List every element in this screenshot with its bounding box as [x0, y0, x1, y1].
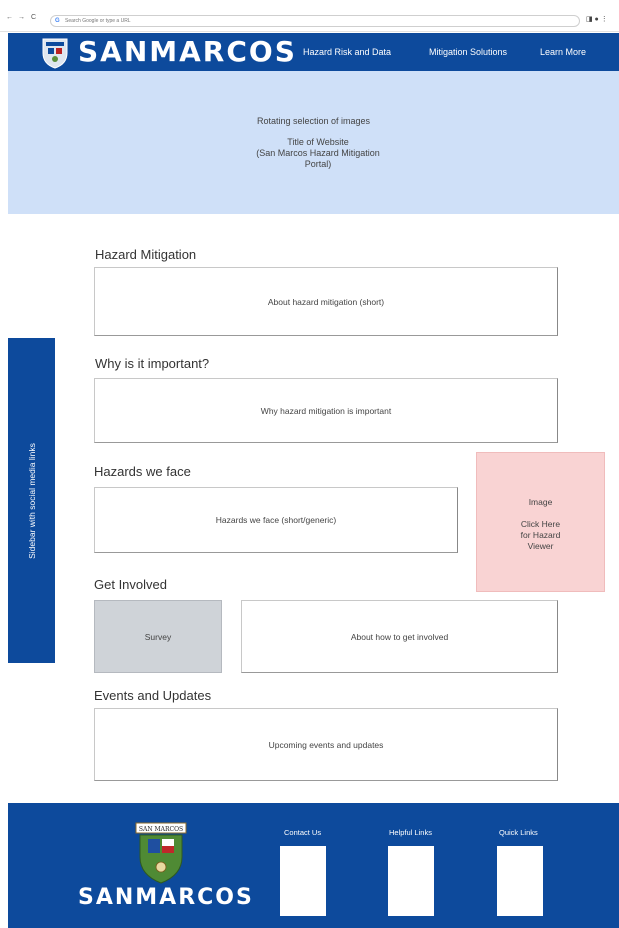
footer-helpful-links-label[interactable]: Helpful Links [389, 828, 432, 837]
footer-city-seal-icon: SAN MARCOS [135, 822, 187, 884]
hazard-viewer-link-text: Click Here for Hazard Viewer [502, 519, 579, 552]
box-why-important: Why hazard mitigation is important [94, 378, 558, 443]
heading-hazard-mitigation: Hazard Mitigation [95, 247, 197, 262]
hero-title-line: (San Marcos Hazard Mitigation [256, 148, 380, 158]
hero-banner: Rotating selection of images Title of We… [8, 71, 619, 214]
browser-chrome: ← → C G Search Google or type a URL ◨ ● … [0, 0, 619, 32]
footer-quick-links-box [497, 846, 543, 916]
box-get-involved: About how to get involved [241, 600, 558, 673]
footer-contact-box [280, 846, 326, 916]
heading-get-involved: Get Involved [94, 577, 167, 592]
footer-logo[interactable]: SANMARCOS [78, 885, 254, 910]
footer-helpful-links-box [388, 846, 434, 916]
survey-button-label: Survey [144, 631, 172, 642]
box-events: Upcoming events and updates [94, 708, 558, 781]
reload-icon[interactable]: C [31, 14, 36, 21]
heading-why-important: Why is it important? [95, 356, 210, 371]
survey-button[interactable]: Survey [94, 600, 222, 673]
site-logo[interactable]: SANMARCOS [78, 35, 297, 68]
box-hazards-text: Hazards we face (short/generic) [215, 515, 337, 525]
hazard-viewer-image-label: Image [528, 497, 553, 507]
nav-learn-more[interactable]: Learn More [540, 47, 586, 57]
social-sidebar[interactable]: Sidebar with social media links [8, 338, 55, 663]
hero-title-line: Portal) [304, 159, 332, 169]
back-icon[interactable]: ← [6, 14, 13, 21]
box-hazard-mitigation: About hazard mitigation (short) [94, 267, 558, 336]
site-footer: SAN MARCOS SANMARCOS Contact Us Helpful … [8, 803, 619, 928]
google-icon: G [55, 18, 60, 24]
hazard-viewer-line: Viewer [527, 541, 554, 551]
address-placeholder: Search Google or type a URL [65, 18, 131, 24]
hazard-viewer-image[interactable]: Image Click Here for Hazard Viewer [476, 452, 605, 592]
hazard-viewer-line: Click Here [520, 519, 561, 529]
forward-icon[interactable]: → [18, 14, 25, 21]
footer-quick-links-label[interactable]: Quick Links [499, 828, 538, 837]
footer-contact-label[interactable]: Contact Us [284, 828, 321, 837]
nav-hazard-risk-data[interactable]: Hazard Risk and Data [303, 47, 391, 57]
nav-mitigation-solutions[interactable]: Mitigation Solutions [429, 47, 507, 57]
box-hazard-mitigation-text: About hazard mitigation (short) [267, 296, 385, 307]
hero-rotating-text: Rotating selection of images [256, 116, 371, 126]
city-seal-icon[interactable] [40, 35, 70, 69]
hero-title: Title of Website (San Marcos Hazard Miti… [218, 137, 418, 170]
heading-hazards: Hazards we face [94, 464, 191, 479]
footer-seal-text: SAN MARCOS [139, 826, 183, 833]
box-why-important-text: Why hazard mitigation is important [260, 405, 392, 416]
hero-title-line: Title of Website [287, 137, 349, 147]
site-header: SANMARCOS Hazard Risk and Data Mitigatio… [8, 33, 619, 71]
box-get-involved-text: About how to get involved [350, 631, 449, 642]
hazard-viewer-line: for Hazard [520, 530, 561, 540]
sidebar-label: Sidebar with social media links [26, 442, 37, 559]
box-hazards: Hazards we face (short/generic) [94, 487, 458, 553]
box-events-text: Upcoming events and updates [268, 739, 384, 750]
address-bar[interactable]: G Search Google or type a URL [50, 15, 580, 27]
browser-menu-icons[interactable]: ◨ ● ⋮ [586, 15, 608, 23]
heading-events: Events and Updates [94, 688, 212, 703]
